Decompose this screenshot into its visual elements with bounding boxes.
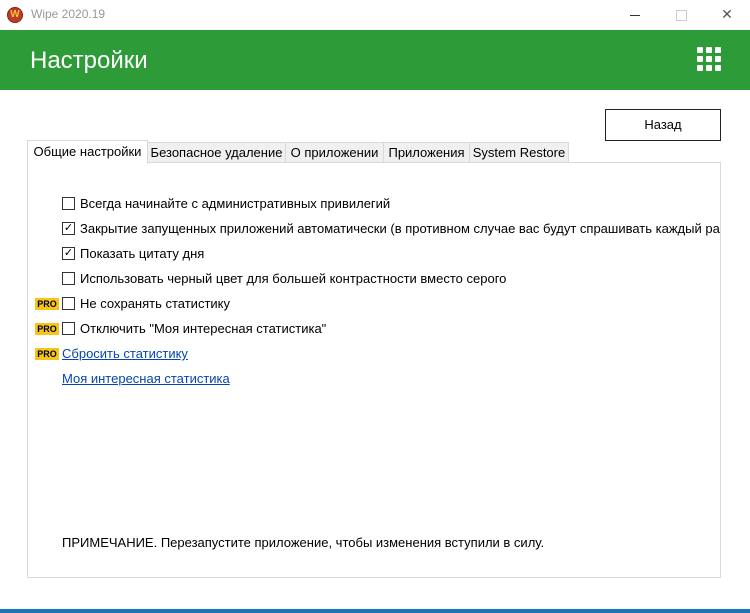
- restart-note: ПРИМЕЧАНИЕ. Перезапустите приложение, чт…: [62, 535, 545, 550]
- minimize-button[interactable]: [612, 0, 658, 30]
- minimize-icon: [630, 14, 640, 16]
- no-statistics-checkbox[interactable]: [62, 297, 75, 310]
- app-logo-icon: W: [7, 7, 23, 23]
- setting-label: Показать цитату дня: [80, 246, 205, 261]
- setting-label: Использовать черный цвет для большей кон…: [80, 271, 507, 286]
- quote-of-day-checkbox[interactable]: ✓: [62, 247, 75, 260]
- title-bar: W Wipe 2020.19 ✕: [0, 0, 750, 30]
- tab-general-settings[interactable]: Общие настройки: [27, 140, 148, 164]
- close-icon: ✕: [721, 6, 733, 22]
- setting-label: Закрытие запущенных приложений автоматич…: [80, 221, 721, 236]
- pro-badge: PRO: [35, 348, 59, 360]
- auto-close-apps-checkbox[interactable]: ✓: [62, 222, 75, 235]
- pro-badge: PRO: [35, 323, 59, 335]
- maximize-icon: [675, 9, 687, 21]
- apps-grid-icon[interactable]: [697, 47, 721, 71]
- pro-badge: PRO: [35, 298, 59, 310]
- tab-about[interactable]: О приложении: [285, 142, 384, 163]
- admin-privileges-checkbox[interactable]: [62, 197, 75, 210]
- setting-label: Всегда начинайте с административных прив…: [80, 196, 391, 211]
- maximize-button[interactable]: [658, 0, 704, 30]
- back-button[interactable]: Назад: [605, 109, 721, 141]
- close-button[interactable]: ✕: [704, 0, 750, 30]
- window-title: Wipe 2020.19: [31, 7, 106, 21]
- setting-label: Не сохранять статистику: [80, 296, 230, 311]
- header-bar: Настройки: [0, 30, 750, 90]
- interesting-statistics-link[interactable]: Моя интересная статистика: [62, 370, 230, 388]
- tab-secure-delete[interactable]: Безопасное удаление: [147, 142, 286, 163]
- tab-system-restore[interactable]: System Restore: [469, 142, 569, 163]
- reset-statistics-link[interactable]: Сбросить статистику: [62, 345, 188, 363]
- bottom-accent-bar: [0, 609, 750, 613]
- settings-panel: Всегда начинайте с административных прив…: [27, 162, 721, 578]
- tab-applications[interactable]: Приложения: [383, 142, 470, 163]
- disable-interesting-stats-checkbox[interactable]: [62, 322, 75, 335]
- setting-label: Отключить "Моя интересная статистика": [80, 321, 327, 336]
- black-color-checkbox[interactable]: [62, 272, 75, 285]
- page-title: Настройки: [30, 47, 148, 74]
